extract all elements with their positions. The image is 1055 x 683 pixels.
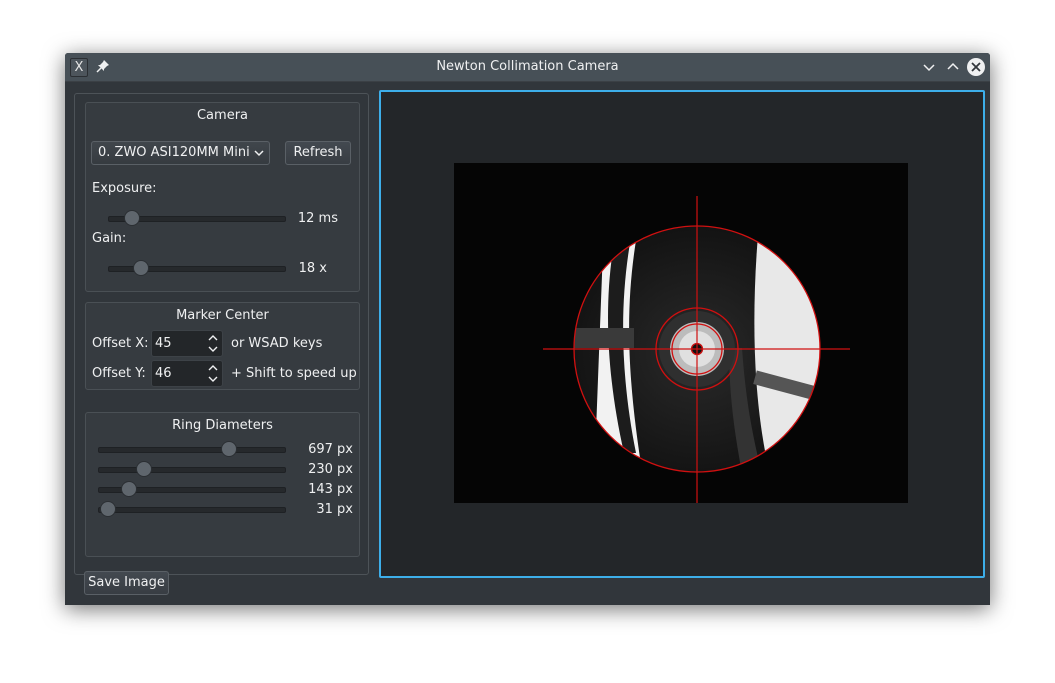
camera-group: Camera 0. ZWO ASI120MM Mini Refresh Expo…	[85, 102, 360, 292]
exposure-value: 12 ms	[297, 211, 338, 226]
exposure-label: Exposure:	[92, 181, 157, 196]
gain-value: 18 x	[298, 261, 327, 276]
ring-slider-3[interactable]	[98, 481, 286, 497]
ring-slider-2[interactable]	[98, 461, 286, 477]
ring-value-1: 697 px	[308, 442, 353, 457]
offset-x-spinbox[interactable]: 45	[151, 330, 223, 357]
ring-slider-handle[interactable]	[220, 441, 237, 457]
chevron-down-icon	[254, 150, 264, 157]
gain-slider[interactable]	[108, 260, 286, 276]
ring-slider-handle[interactable]	[121, 481, 138, 497]
ring-value-4: 31 px	[316, 502, 353, 517]
camera-image	[454, 163, 908, 503]
ring-slider-1[interactable]	[98, 441, 286, 457]
offset-y-spinbox[interactable]: 46	[151, 360, 223, 387]
camera-group-title: Camera	[196, 108, 249, 123]
ring-value-3: 143 px	[308, 482, 353, 497]
ring-slider-handle[interactable]	[100, 501, 117, 517]
offset-x-label: Offset X:	[92, 336, 149, 351]
ring-slider-4[interactable]	[98, 501, 286, 517]
offset-x-value: 45	[155, 336, 172, 351]
ring-diameters-group: Ring Diameters 697 px 230 px 143 px 31 p…	[85, 412, 360, 557]
app-window: X Newton Collimation Camera Camera 0. ZW…	[65, 53, 990, 605]
ring-value-2: 230 px	[308, 462, 353, 477]
ring-slider-groove	[98, 467, 286, 473]
offset-y-hint: + Shift to speed up	[231, 366, 357, 381]
maximize-icon[interactable]	[944, 58, 962, 76]
gain-slider-handle[interactable]	[133, 260, 150, 276]
close-icon[interactable]	[967, 58, 985, 76]
title-bar[interactable]: X Newton Collimation Camera	[65, 53, 990, 82]
camera-select[interactable]: 0. ZWO ASI120MM Mini	[91, 141, 270, 165]
spin-arrows-icon[interactable]	[208, 334, 218, 353]
exposure-slider-handle[interactable]	[124, 210, 141, 226]
ring-slider-groove	[98, 447, 286, 453]
camera-select-value: 0. ZWO ASI120MM Mini	[98, 145, 250, 160]
offset-y-value: 46	[155, 366, 172, 381]
marker-center-group: Marker Center Offset X: 45 or WSAD keys …	[85, 302, 360, 390]
save-image-button[interactable]: Save Image	[84, 571, 169, 595]
spin-arrows-icon[interactable]	[208, 364, 218, 383]
ring-slider-groove	[98, 507, 286, 513]
minimize-icon[interactable]	[920, 58, 938, 76]
control-panel: Camera 0. ZWO ASI120MM Mini Refresh Expo…	[74, 93, 369, 595]
refresh-button[interactable]: Refresh	[285, 141, 351, 165]
ring-slider-handle[interactable]	[136, 461, 153, 477]
camera-view[interactable]	[379, 90, 985, 578]
offset-x-hint: or WSAD keys	[231, 336, 323, 351]
gain-label: Gain:	[92, 231, 127, 246]
offset-y-label: Offset Y:	[92, 366, 146, 381]
ring-diameters-title: Ring Diameters	[172, 418, 273, 433]
marker-center-title: Marker Center	[176, 308, 269, 323]
window-title: Newton Collimation Camera	[436, 59, 619, 74]
exposure-slider[interactable]	[108, 210, 286, 226]
